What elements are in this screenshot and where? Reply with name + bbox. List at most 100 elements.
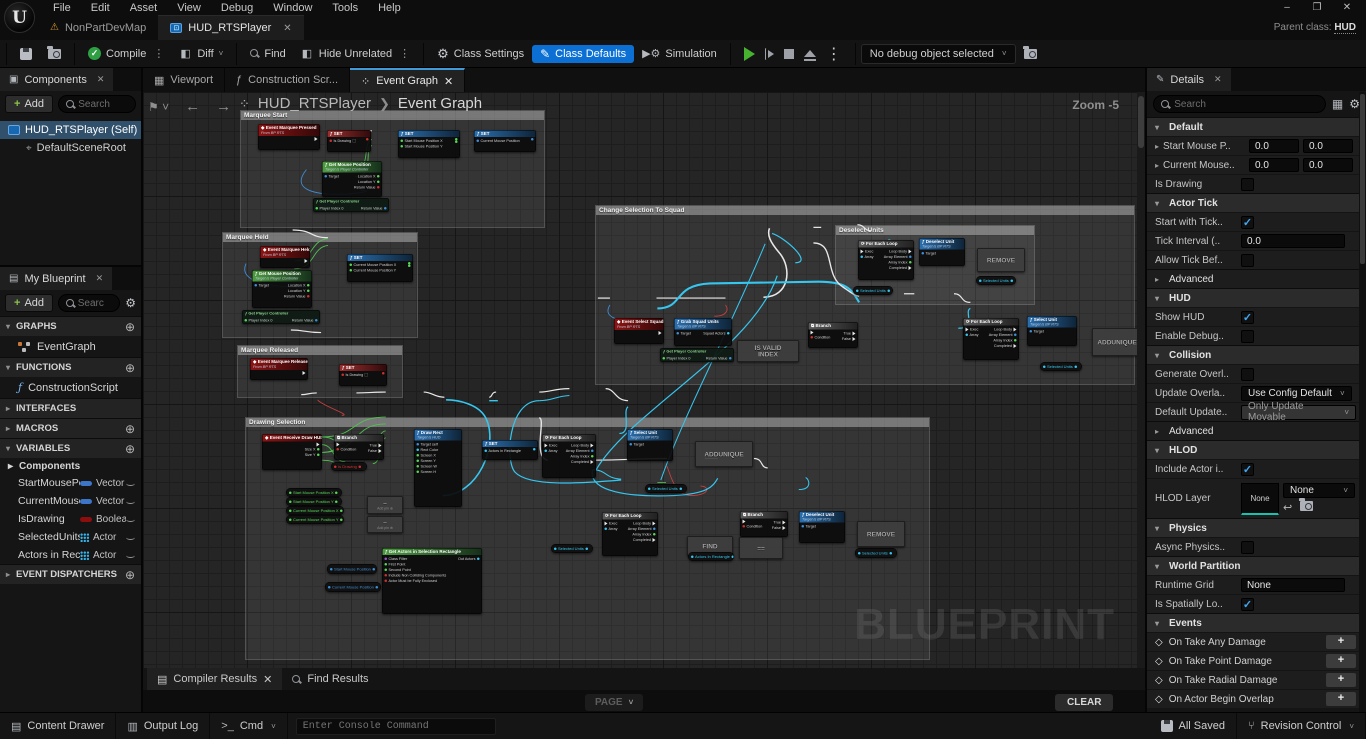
all-saved-button[interactable]: All Saved [1150,713,1237,739]
my-blueprint-search-input[interactable] [78,298,113,309]
details-section-hud[interactable]: ▾HUD [1147,288,1360,307]
variables-group-components[interactable]: ▸Components [0,458,141,474]
close-icon[interactable]: ✕ [96,273,104,284]
revision-control-button[interactable]: ⑂Revision Control˅ [1237,713,1366,739]
number-field[interactable]: 0.0 [1249,158,1299,172]
eye-closed-icon[interactable] [126,481,135,486]
details-section-hlod[interactable]: ▾HLOD [1147,440,1360,459]
browse-asset-button[interactable] [40,46,69,62]
cmd-dropdown[interactable]: >_Cmd˅ [210,713,287,739]
asset-tab-nonpartdevmap[interactable]: ⚠NonPartDevMap [38,15,158,40]
menu-tools[interactable]: Tools [323,1,367,15]
section-macros[interactable]: ▸MACROS⊕ [0,418,141,438]
checkbox-checked[interactable]: ✓ [1241,216,1254,229]
menu-edit[interactable]: Edit [82,1,119,15]
graph-node-select-unit[interactable]: ƒ Select UnitTarget is BP RTSTarget [1027,316,1077,346]
graph-node-deselect-unit[interactable]: ƒ Deselect UnitTarget is BP RTSTarget [919,238,965,266]
console-command-box[interactable] [296,718,496,735]
section-interfaces[interactable]: ▸INTERFACES [0,398,141,418]
graph-pill-current-mouse-position-x[interactable]: Current Mouse Position X [286,506,344,515]
browse-icon[interactable] [1300,501,1313,511]
section-graphs[interactable]: ▾GRAPHS⊕ [0,316,141,336]
event-row-on-take-any-damage[interactable]: ◇On Take Any Damage [1155,637,1326,648]
tab-components[interactable]: ▣ Components ✕ [0,68,113,91]
variable-selectedunits[interactable]: SelectedUnitsActor [0,528,141,546]
graph-node-draw-rect[interactable]: ƒ Draw RectTarget is HUDTarget selfRect … [414,429,462,507]
text-field[interactable]: None [1241,578,1345,592]
details-section-physics[interactable]: ▾Physics [1147,518,1360,537]
diff-button[interactable]: Diff˅ [172,45,231,63]
stop-button[interactable] [784,49,794,59]
menu-help[interactable]: Help [369,1,410,15]
components-add-button[interactable]: + Add [5,95,53,113]
graph-tab-event-graph[interactable]: ⁘Event Graph✕ [350,68,465,92]
close-icon[interactable]: ✕ [97,74,105,85]
add-variables-icon[interactable]: ⊕ [125,442,135,456]
graph-pill-selected-units[interactable]: Selected Units [855,548,897,558]
graph-node-set[interactable]: ƒ SETIs Drawing [327,130,371,152]
graph-pill-start-mouse-position-x[interactable]: Start Mouse Position X [286,488,342,497]
details-section-events[interactable]: ▾Events [1147,613,1360,632]
output-log-button[interactable]: ▥Output Log [116,713,210,739]
results-tab-compiler-results[interactable]: ▤Compiler Results✕ [147,668,282,690]
tab-details[interactable]: ✎ Details ✕ [1147,68,1231,91]
checkbox[interactable] [1241,330,1254,343]
checkbox[interactable] [1241,254,1254,267]
close-icon[interactable]: ✕ [263,673,272,686]
maximize-button[interactable]: ❐ [1306,2,1328,14]
add-event-button[interactable]: + [1326,635,1356,649]
constructionscript-item[interactable]: ƒConstructionScript [0,377,141,398]
variable-isdrawing[interactable]: IsDrawingBoolea [0,510,141,528]
eye-closed-icon[interactable] [126,535,135,540]
checkbox-checked[interactable]: ✓ [1241,311,1254,324]
add-functions-icon[interactable]: ⊕ [125,361,135,375]
close-icon[interactable]: ✕ [1214,74,1222,85]
minimize-button[interactable]: – [1276,2,1298,14]
details-section-advanced[interactable]: ▸Advanced [1147,269,1360,288]
results-tab-find-results[interactable]: Find Results [282,668,378,690]
unreal-logo-icon[interactable]: U [4,2,35,33]
add-macros-icon[interactable]: ⊕ [125,422,135,436]
details-section-world-partition[interactable]: ▾World Partition [1147,556,1360,575]
close-button[interactable]: ✕ [1336,2,1358,14]
eye-closed-icon[interactable] [126,517,135,522]
graph-node-event-marquee-held[interactable]: ◆ Event Marquee HeldFrom BP RTS [260,246,310,268]
page-dropdown[interactable]: PAGE˅ [585,694,643,711]
graph-pill-selected-units[interactable]: Selected Units [645,484,687,493]
eye-closed-icon[interactable] [126,553,135,558]
graph-tab-viewport[interactable]: ▦Viewport [143,68,225,92]
save-asset-button[interactable] [12,45,40,63]
graph-node-get-mouse-position[interactable]: ƒ Get Mouse PositionTarget is Player Con… [252,270,312,308]
content-drawer-button[interactable]: ▤Content Drawer [0,713,116,739]
event-row-on-take-radial-damage[interactable]: ◇On Take Radial Damage [1155,675,1326,686]
graph-pill-selected-units[interactable]: Selected Units [853,286,893,295]
graph-node-get-player-controller[interactable]: ƒ Get Player ControllerPlayer Index 0Ret… [660,348,734,362]
graph-node-get-player-controller[interactable]: ƒ Get Player ControllerPlayer Index 0Ret… [313,198,389,212]
compile-button[interactable]: ✓Compile⋮ [80,44,172,63]
graph-node-set[interactable]: ƒ SETCurrent Mouse Position XCurrent Mou… [347,254,413,282]
graph-node-for-each-loop[interactable]: ⟳ For Each LoopExecArrayLoop BodyArray E… [858,240,914,280]
details-section-default[interactable]: ▾Default [1147,117,1360,136]
event-row-on-actor-begin-overlap[interactable]: ◇On Actor Begin Overlap [1155,694,1326,705]
play-options-icon[interactable]: ⋮ [826,44,842,64]
graph-node-deselect-unit[interactable]: ƒ Deselect UnitTarget is BP RTSTarget [799,511,845,543]
graph-node-is-valid-index[interactable]: IS VALID INDEX [737,340,799,362]
hide-unrelated-button[interactable]: Hide Unrelated⋮ [294,44,418,63]
close-icon[interactable]: ✕ [444,75,453,88]
details-section-actor-tick[interactable]: ▾Actor Tick [1147,193,1360,212]
event-row-on-take-point-damage[interactable]: ◇On Take Point Damage [1155,656,1326,667]
graph-node-set[interactable]: ƒ SETIs Drawing [339,364,387,386]
graph-node-addunique[interactable]: ADDUNIQUE [695,441,753,467]
bookmark-icon[interactable]: ⚑ ˅ [148,100,169,114]
variable-currentmousei[interactable]: CurrentMouseIVector [0,492,141,510]
component-item-hud-rtsplayer-self[interactable]: HUD_RTSPlayer (Self) [0,121,141,139]
add-event-dispatchers-icon[interactable]: ⊕ [125,568,135,582]
add-graphs-icon[interactable]: ⊕ [125,320,135,334]
menu-view[interactable]: View [168,1,210,15]
graph-node-select-unit[interactable]: ƒ Select UnitTarget is BP RTSTarget [627,429,673,461]
menu-window[interactable]: Window [264,1,321,15]
details-search[interactable] [1153,95,1326,113]
graph-node-[interactable]: == [739,537,783,559]
class-settings-button[interactable]: ⚙Class Settings [429,44,532,63]
variable-actors-in-recta[interactable]: Actors in RectaActor [0,546,141,564]
